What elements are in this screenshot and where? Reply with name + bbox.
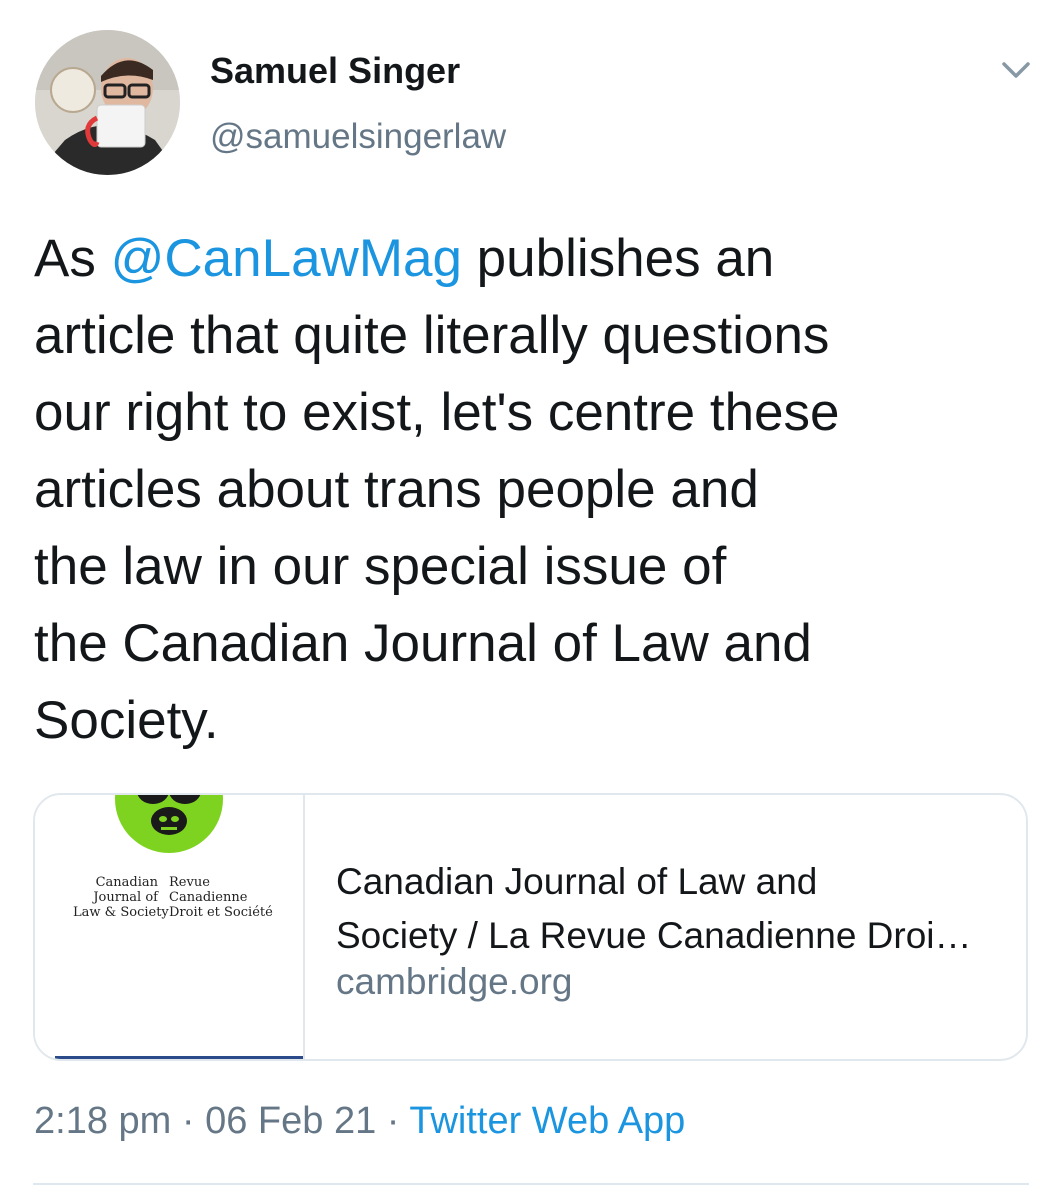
card-title-line: Canadian Journal of Law and [336, 861, 818, 902]
tweet-line: our right to exist, let's centre these [34, 383, 840, 442]
card-domain: cambridge.org [336, 961, 573, 1002]
journal-name-line: Journal of [93, 890, 158, 905]
journal-name-line: Law & Society [73, 905, 169, 920]
journal-name-line: Canadian [95, 875, 158, 890]
tweet-date[interactable]: 06 Feb 21 [205, 1100, 376, 1142]
tweet-source-link[interactable]: Twitter Web App [409, 1100, 685, 1142]
journal-name-english: Canadian Journal of Law & Society [73, 875, 169, 920]
user-handle[interactable]: @samuelsingerlaw [210, 117, 506, 157]
journal-name-line: Canadienne [169, 890, 248, 905]
journal-name-french: Revue Canadienne Droit et Société [169, 875, 279, 920]
mention-link[interactable]: @CanLawMag [111, 229, 462, 288]
tweet-line: articles about trans people and [34, 460, 759, 519]
journal-logo-icon [115, 795, 223, 853]
tweet-line: Society. [34, 691, 219, 750]
journal-name-line: Revue [169, 875, 210, 890]
tweet-line: article that quite literally questions [34, 306, 830, 365]
card-thumbnail: Canadian Journal of Law & Society Revue … [35, 795, 305, 1059]
tweet-time[interactable]: 2:18 pm [34, 1100, 171, 1142]
meta-separator: · [171, 1100, 206, 1142]
journal-name-line: Droit et Société [169, 905, 273, 920]
link-preview-card[interactable]: Canadian Journal of Law & Society Revue … [33, 793, 1028, 1061]
avatar[interactable] [35, 30, 180, 175]
display-name[interactable]: Samuel Singer [210, 50, 460, 92]
tweet-line: As @CanLawMag publishes an [34, 220, 1024, 297]
tweet-text-segment: As [34, 229, 111, 288]
avatar-image [35, 30, 180, 175]
meta-separator: · [376, 1100, 410, 1142]
card-title: Canadian Journal of Law and Society / La… [336, 855, 1016, 963]
tweet-text: As @CanLawMag publishes an article that … [34, 220, 1024, 759]
divider [33, 1183, 1029, 1185]
tweet-line: the Canadian Journal of Law and [34, 614, 812, 673]
tweet-line: the law in our special issue of [34, 537, 727, 596]
chevron-down-icon[interactable] [996, 54, 1036, 88]
card-title-line: Society / La Revue Canadienne Droi… [336, 915, 972, 956]
tweet-metadata: 2:18 pm · 06 Feb 21 · Twitter Web App [34, 1100, 685, 1143]
tweet-text-segment: publishes an [461, 229, 775, 288]
thumbnail-underline [55, 1056, 303, 1059]
